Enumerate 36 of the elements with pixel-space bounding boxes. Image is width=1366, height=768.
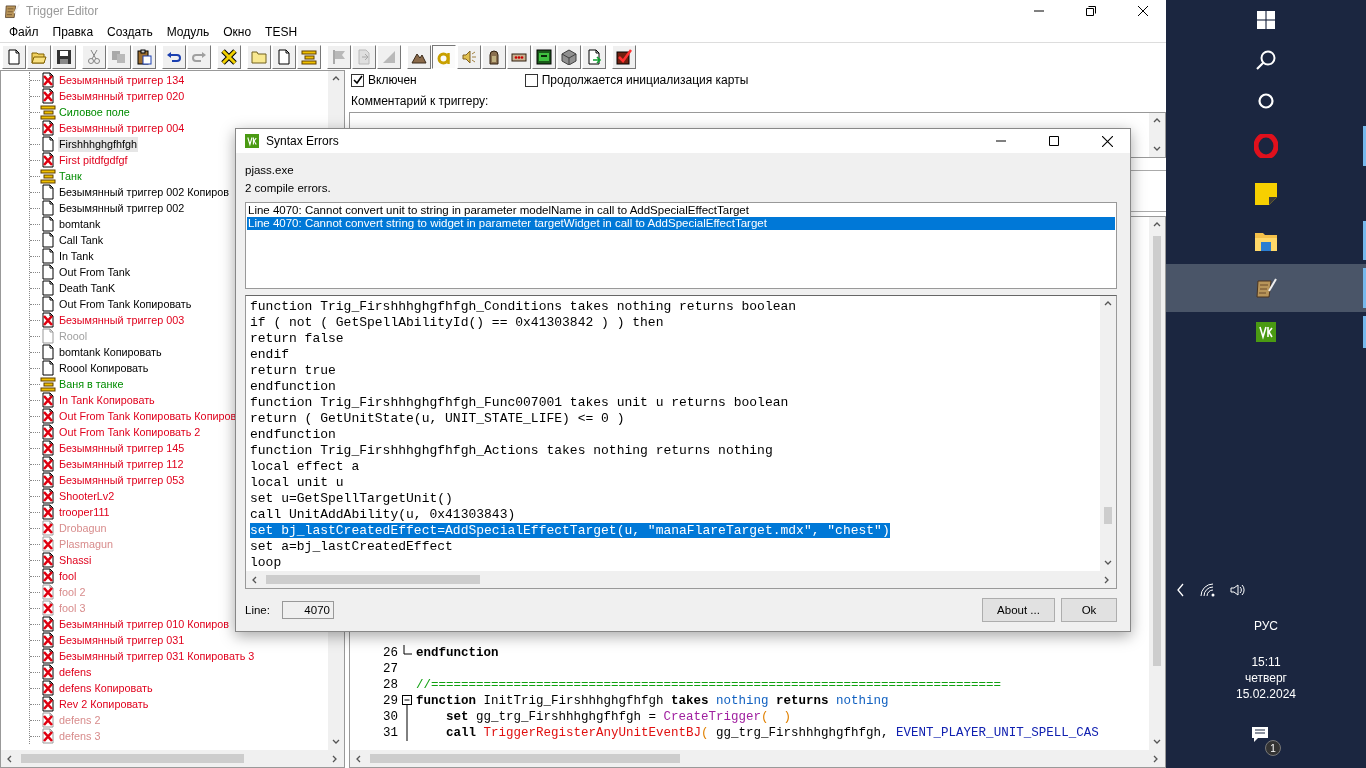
code-line: function InitTrig_Firshhhghgfhfgh takes nothing returns nothing [416,694,889,708]
code-line: local unit u [250,475,344,490]
code-line: local effect a [250,459,360,474]
notification-badge: 1 [1265,740,1281,756]
code-line: endif [250,347,289,362]
code-line: endfunction [250,427,336,442]
code-line: set u=GetSpellTargetUnit() [250,491,453,506]
field-label: Комментарий к триггеру: [351,94,490,108]
window-title: Trigger Editor [26,4,100,18]
code-line: function Trig_Firshhhghgfhfgh_Actions takes nothing returns nothing [250,443,773,458]
line-number: 31 [382,726,398,740]
code-line: endfunction [416,646,499,660]
line-number: 27 [382,662,398,676]
line-number: 29 [382,694,398,708]
field-label: Line: [245,604,270,616]
code-line: return ( GetUnitState(u, UNIT_STATE_LIFE) <= 0 ) [250,411,625,426]
line-number: 30 [382,710,398,724]
line-number: 26 [382,646,398,660]
code-line: //============================================================================ [416,678,1002,692]
code-line: loop [250,555,282,570]
code-line: return false [250,331,344,346]
code-line: function Trig_Firshhhghgfhfgh_Func007001 takes unit u returns boolean [250,395,789,410]
tool-name: pjass.exe [245,164,295,176]
dialog-title: Syntax Errors [266,134,340,148]
code-line: endfunction [250,379,336,394]
code-line: if ( not ( GetSpellAbilityId() == 0x41303842 ) ) then [250,315,664,330]
code-line: set gg_trg_Firshhhghgfhfgh = CreateTrigger( ) [445,710,792,724]
code-line: call TriggerRegisterAnyUnitEventBJ( gg_trg_Firshhhghgfhfgh, EVENT_PLAYER_UNIT_SPELL_CAS [445,726,1099,740]
error-summary: 2 compile errors. [245,182,332,194]
clock-weekday: четверг [1244,670,1288,686]
code-line: call UnitAddAbility(u, 0x41303843) [250,507,516,522]
code-line: function Trig_Firshhhghgfhfgh_Conditions takes nothing returns boolean [250,299,797,314]
code-line: return true [250,363,336,378]
code-line: set a=bj_lastCreatedEffect [250,539,453,554]
line-number: 28 [382,678,398,692]
clock-date: 15.02.2024 [1234,686,1298,702]
